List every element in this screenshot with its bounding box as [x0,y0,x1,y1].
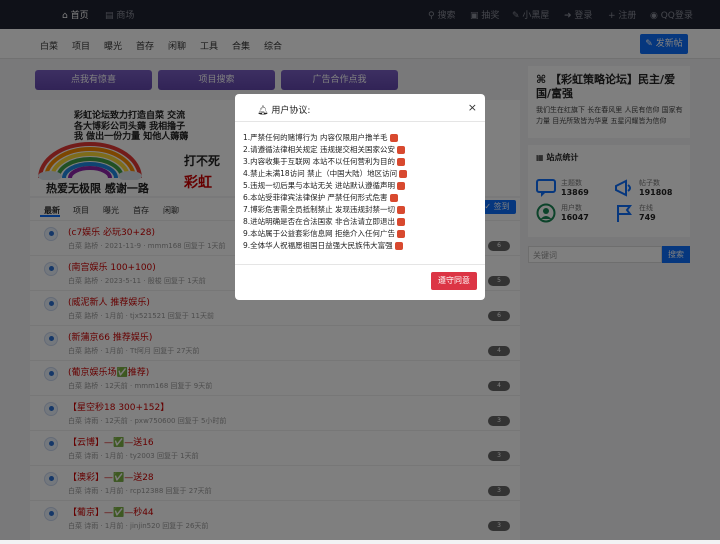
emoji-icon [397,206,406,214]
emoji-icon [397,158,406,166]
rule-item: 4.禁止未满18访问 禁止（中国大陆）地区访问 [243,168,479,180]
emoji-icon [389,134,398,142]
emoji-icon [397,230,406,238]
close-icon[interactable]: × [468,101,477,114]
rule-text: 9.全体华人祝福愿祖国日益强大民族伟大富强 [243,241,393,250]
rule-text: 7.博彩危害需全员抵制禁止 发现违规封禁一切 [243,205,396,214]
rule-item: 3.内容收集于互联网 本站不以任何营利为目的 [243,156,479,168]
rule-text: 4.禁止未满18访问 禁止（中国大陆）地区访问 [243,169,398,178]
modal-title: 🔔︎ 用户协议: [257,103,310,116]
emoji-icon [394,242,403,250]
rule-text: 6.本站受菲律宾法律保护 严禁任何形式危害 [243,193,388,202]
emoji-icon [397,218,406,226]
rule-item: 6.本站受菲律宾法律保护 严禁任何形式危害 [243,192,479,204]
modal-title-text: 用户协议: [271,106,311,116]
rule-item: 5.违规一切后果与本站无关 进站默认遵循声明 [243,180,479,192]
rule-text: 5.违规一切后果与本站无关 进站默认遵循声明 [243,181,396,190]
rule-item: 7.博彩危害需全员抵制禁止 发现违规封禁一切 [243,204,479,216]
agree-button[interactable]: 遵守同意 [431,272,477,290]
user-agreement-modal: 🔔︎ 用户协议: × 1.严禁任何的赌博行为 内容仅限用户撸羊毛 2.请遵循法律… [235,94,485,300]
agreement-rules: 1.严禁任何的赌博行为 内容仅限用户撸羊毛 2.请遵循法律相关规定 违规提交相关… [243,132,479,252]
emoji-icon [397,146,406,154]
rule-item: 9.全体华人祝福愿祖国日益强大民族伟大富强 [243,240,479,252]
emoji-icon [399,170,408,178]
rule-text: 1.严禁任何的赌博行为 内容仅限用户撸羊毛 [243,133,388,142]
rule-text: 8.进站明确是否在合法国家 非合法请立即退出 [243,217,396,226]
emoji-icon [397,182,406,190]
rule-item: 2.请遵循法律相关规定 违规提交相关国家公安 [243,144,479,156]
rule-item: 9.本站属于公益套彩信息网 拒绝介入任何广告 [243,228,479,240]
emoji-icon [389,194,398,202]
rule-text: 3.内容收集于互联网 本站不以任何营利为目的 [243,157,396,166]
rule-item: 1.严禁任何的赌博行为 内容仅限用户撸羊毛 [243,132,479,144]
rule-text: 2.请遵循法律相关规定 违规提交相关国家公安 [243,145,396,154]
rule-text: 9.本站属于公益套彩信息网 拒绝介入任何广告 [243,229,396,238]
rule-item: 8.进站明确是否在合法国家 非合法请立即退出 [243,216,479,228]
bell-icon: 🔔︎ [257,106,269,116]
